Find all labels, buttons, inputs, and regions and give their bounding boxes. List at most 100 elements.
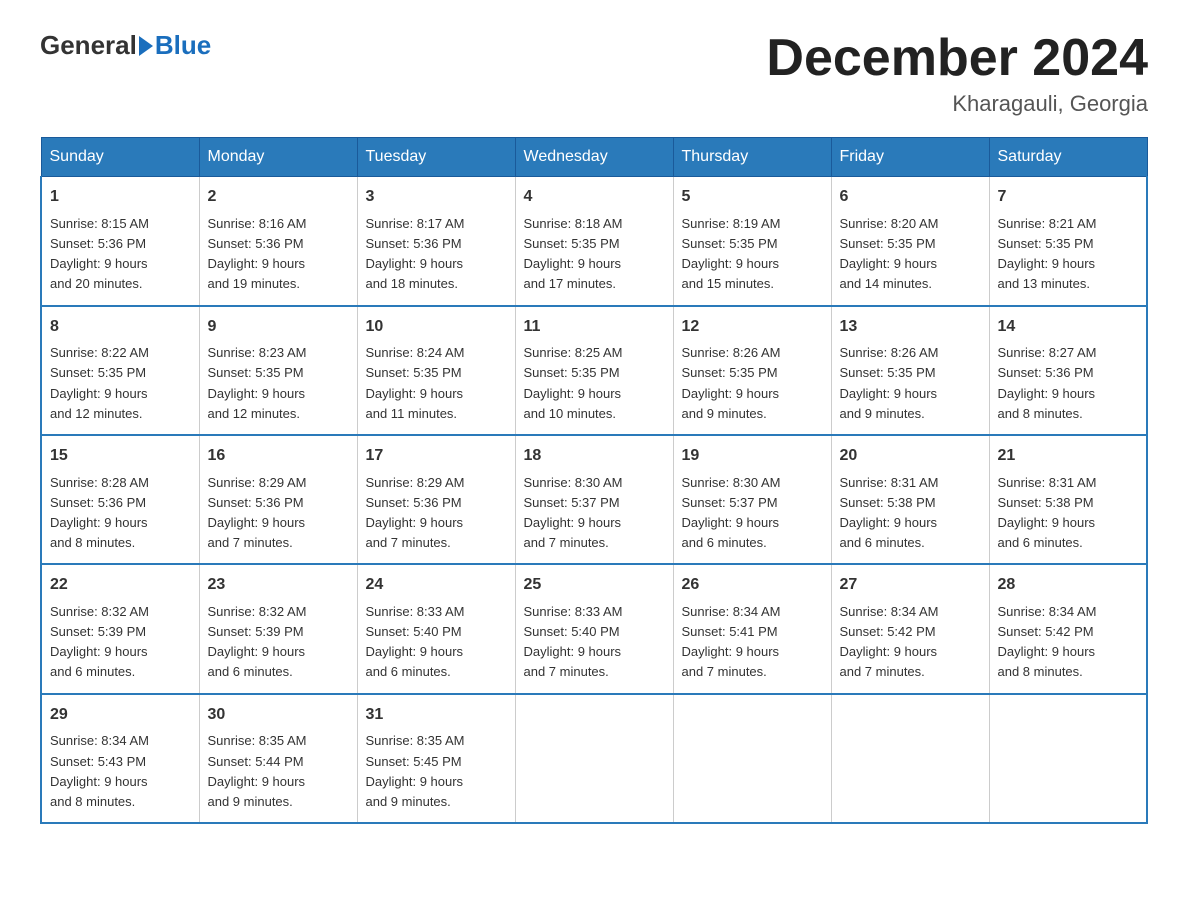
cell-content: Sunrise: 8:33 AMSunset: 5:40 PMDaylight:… <box>524 602 665 683</box>
week-row-1: 1 Sunrise: 8:15 AMSunset: 5:36 PMDaylight… <box>41 177 1147 306</box>
calendar-cell <box>673 694 831 823</box>
calendar-cell: 21Sunrise: 8:31 AMSunset: 5:38 PMDayligh… <box>989 435 1147 564</box>
day-number: 20 <box>840 444 981 469</box>
calendar-cell: 8 Sunrise: 8:22 AMSunset: 5:35 PMDaylight… <box>41 306 199 435</box>
cell-content: Sunrise: 8:26 AMSunset: 5:35 PMDaylight:… <box>840 343 981 424</box>
calendar-cell: 29 Sunrise: 8:34 AMSunset: 5:43 PMDayligh… <box>41 694 199 823</box>
cell-content: Sunrise: 8:27 AMSunset: 5:36 PMDaylight:… <box>998 343 1139 424</box>
calendar-cell: 3 Sunrise: 8:17 AMSunset: 5:36 PMDaylight… <box>357 177 515 306</box>
calendar-cell: 6Sunrise: 8:20 AMSunset: 5:35 PMDaylight… <box>831 177 989 306</box>
day-header-monday: Monday <box>199 138 357 177</box>
calendar-cell: 11 Sunrise: 8:25 AMSunset: 5:35 PMDayligh… <box>515 306 673 435</box>
calendar-cell: 4 Sunrise: 8:18 AMSunset: 5:35 PMDaylight… <box>515 177 673 306</box>
logo-blue: Blue <box>155 30 211 61</box>
cell-content: Sunrise: 8:21 AMSunset: 5:35 PMDaylight:… <box>998 214 1139 295</box>
day-number: 13 <box>840 315 981 340</box>
week-row-4: 22Sunrise: 8:32 AMSunset: 5:39 PMDayligh… <box>41 564 1147 693</box>
calendar-cell: 14 Sunrise: 8:27 AMSunset: 5:36 PMDayligh… <box>989 306 1147 435</box>
cell-content: Sunrise: 8:33 AMSunset: 5:40 PMDaylight:… <box>366 602 507 683</box>
day-number: 4 <box>524 185 665 210</box>
day-number: 3 <box>366 185 507 210</box>
day-number: 25 <box>524 573 665 598</box>
calendar-table: SundayMondayTuesdayWednesdayThursdayFrid… <box>40 137 1148 824</box>
calendar-cell <box>831 694 989 823</box>
day-number: 10 <box>366 315 507 340</box>
day-number: 30 <box>208 703 349 728</box>
cell-content: Sunrise: 8:16 AMSunset: 5:36 PMDaylight:… <box>208 214 349 295</box>
week-row-2: 8 Sunrise: 8:22 AMSunset: 5:35 PMDaylight… <box>41 306 1147 435</box>
day-number: 17 <box>366 444 507 469</box>
week-row-3: 15Sunrise: 8:28 AMSunset: 5:36 PMDayligh… <box>41 435 1147 564</box>
day-number: 14 <box>998 315 1139 340</box>
day-header-saturday: Saturday <box>989 138 1147 177</box>
cell-content: Sunrise: 8:34 AMSunset: 5:42 PMDaylight:… <box>840 602 981 683</box>
calendar-cell: 2 Sunrise: 8:16 AMSunset: 5:36 PMDaylight… <box>199 177 357 306</box>
cell-content: Sunrise: 8:34 AMSunset: 5:42 PMDaylight:… <box>998 602 1139 683</box>
cell-content: Sunrise: 8:17 AMSunset: 5:36 PMDaylight:… <box>366 214 507 295</box>
week-row-5: 29 Sunrise: 8:34 AMSunset: 5:43 PMDayligh… <box>41 694 1147 823</box>
day-number: 26 <box>682 573 823 598</box>
day-number: 6 <box>840 185 981 210</box>
day-number: 12 <box>682 315 823 340</box>
cell-content: Sunrise: 8:26 AMSunset: 5:35 PMDaylight:… <box>682 343 823 424</box>
calendar-cell: 1 Sunrise: 8:15 AMSunset: 5:36 PMDaylight… <box>41 177 199 306</box>
cell-content: Sunrise: 8:22 AMSunset: 5:35 PMDaylight:… <box>50 343 191 424</box>
cell-content: Sunrise: 8:32 AMSunset: 5:39 PMDaylight:… <box>208 602 349 683</box>
cell-content: Sunrise: 8:29 AMSunset: 5:36 PMDaylight:… <box>208 473 349 554</box>
logo-general: General <box>40 30 137 61</box>
cell-content: Sunrise: 8:28 AMSunset: 5:36 PMDaylight:… <box>50 473 191 554</box>
day-header-wednesday: Wednesday <box>515 138 673 177</box>
day-number: 5 <box>682 185 823 210</box>
cell-content: Sunrise: 8:35 AMSunset: 5:44 PMDaylight:… <box>208 731 349 812</box>
cell-content: Sunrise: 8:34 AMSunset: 5:43 PMDaylight:… <box>50 731 191 812</box>
day-number: 19 <box>682 444 823 469</box>
day-number: 1 <box>50 185 191 210</box>
location-subtitle: Kharagauli, Georgia <box>766 91 1148 117</box>
calendar-cell: 20Sunrise: 8:31 AMSunset: 5:38 PMDayligh… <box>831 435 989 564</box>
cell-content: Sunrise: 8:31 AMSunset: 5:38 PMDaylight:… <box>998 473 1139 554</box>
page-header: General Blue December 2024 Kharagauli, G… <box>40 30 1148 117</box>
cell-content: Sunrise: 8:35 AMSunset: 5:45 PMDaylight:… <box>366 731 507 812</box>
calendar-cell: 19Sunrise: 8:30 AMSunset: 5:37 PMDayligh… <box>673 435 831 564</box>
calendar-cell: 10Sunrise: 8:24 AMSunset: 5:35 PMDayligh… <box>357 306 515 435</box>
cell-content: Sunrise: 8:15 AMSunset: 5:36 PMDaylight:… <box>50 214 191 295</box>
day-header-friday: Friday <box>831 138 989 177</box>
cell-content: Sunrise: 8:23 AMSunset: 5:35 PMDaylight:… <box>208 343 349 424</box>
day-number: 31 <box>366 703 507 728</box>
logo-arrow-icon <box>139 36 153 56</box>
title-block: December 2024 Kharagauli, Georgia <box>766 30 1148 117</box>
day-header-row: SundayMondayTuesdayWednesdayThursdayFrid… <box>41 138 1147 177</box>
cell-content: Sunrise: 8:25 AMSunset: 5:35 PMDaylight:… <box>524 343 665 424</box>
calendar-cell: 16 Sunrise: 8:29 AMSunset: 5:36 PMDayligh… <box>199 435 357 564</box>
day-number: 24 <box>366 573 507 598</box>
cell-content: Sunrise: 8:32 AMSunset: 5:39 PMDaylight:… <box>50 602 191 683</box>
calendar-cell: 5 Sunrise: 8:19 AMSunset: 5:35 PMDaylight… <box>673 177 831 306</box>
logo: General Blue <box>40 30 211 61</box>
calendar-cell: 28 Sunrise: 8:34 AMSunset: 5:42 PMDayligh… <box>989 564 1147 693</box>
day-number: 8 <box>50 315 191 340</box>
cell-content: Sunrise: 8:30 AMSunset: 5:37 PMDaylight:… <box>524 473 665 554</box>
day-number: 11 <box>524 315 665 340</box>
calendar-cell: 31 Sunrise: 8:35 AMSunset: 5:45 PMDayligh… <box>357 694 515 823</box>
calendar-cell: 9 Sunrise: 8:23 AMSunset: 5:35 PMDaylight… <box>199 306 357 435</box>
cell-content: Sunrise: 8:19 AMSunset: 5:35 PMDaylight:… <box>682 214 823 295</box>
day-number: 16 <box>208 444 349 469</box>
month-year-title: December 2024 <box>766 30 1148 87</box>
day-number: 7 <box>998 185 1139 210</box>
calendar-cell: 15Sunrise: 8:28 AMSunset: 5:36 PMDayligh… <box>41 435 199 564</box>
day-header-thursday: Thursday <box>673 138 831 177</box>
day-number: 2 <box>208 185 349 210</box>
calendar-cell: 12 Sunrise: 8:26 AMSunset: 5:35 PMDayligh… <box>673 306 831 435</box>
cell-content: Sunrise: 8:18 AMSunset: 5:35 PMDaylight:… <box>524 214 665 295</box>
calendar-cell: 25 Sunrise: 8:33 AMSunset: 5:40 PMDayligh… <box>515 564 673 693</box>
day-number: 28 <box>998 573 1139 598</box>
calendar-cell: 24 Sunrise: 8:33 AMSunset: 5:40 PMDayligh… <box>357 564 515 693</box>
day-number: 18 <box>524 444 665 469</box>
calendar-cell: 27 Sunrise: 8:34 AMSunset: 5:42 PMDayligh… <box>831 564 989 693</box>
day-number: 9 <box>208 315 349 340</box>
calendar-cell: 22Sunrise: 8:32 AMSunset: 5:39 PMDayligh… <box>41 564 199 693</box>
calendar-cell <box>515 694 673 823</box>
day-number: 27 <box>840 573 981 598</box>
day-number: 29 <box>50 703 191 728</box>
calendar-cell: 30 Sunrise: 8:35 AMSunset: 5:44 PMDayligh… <box>199 694 357 823</box>
